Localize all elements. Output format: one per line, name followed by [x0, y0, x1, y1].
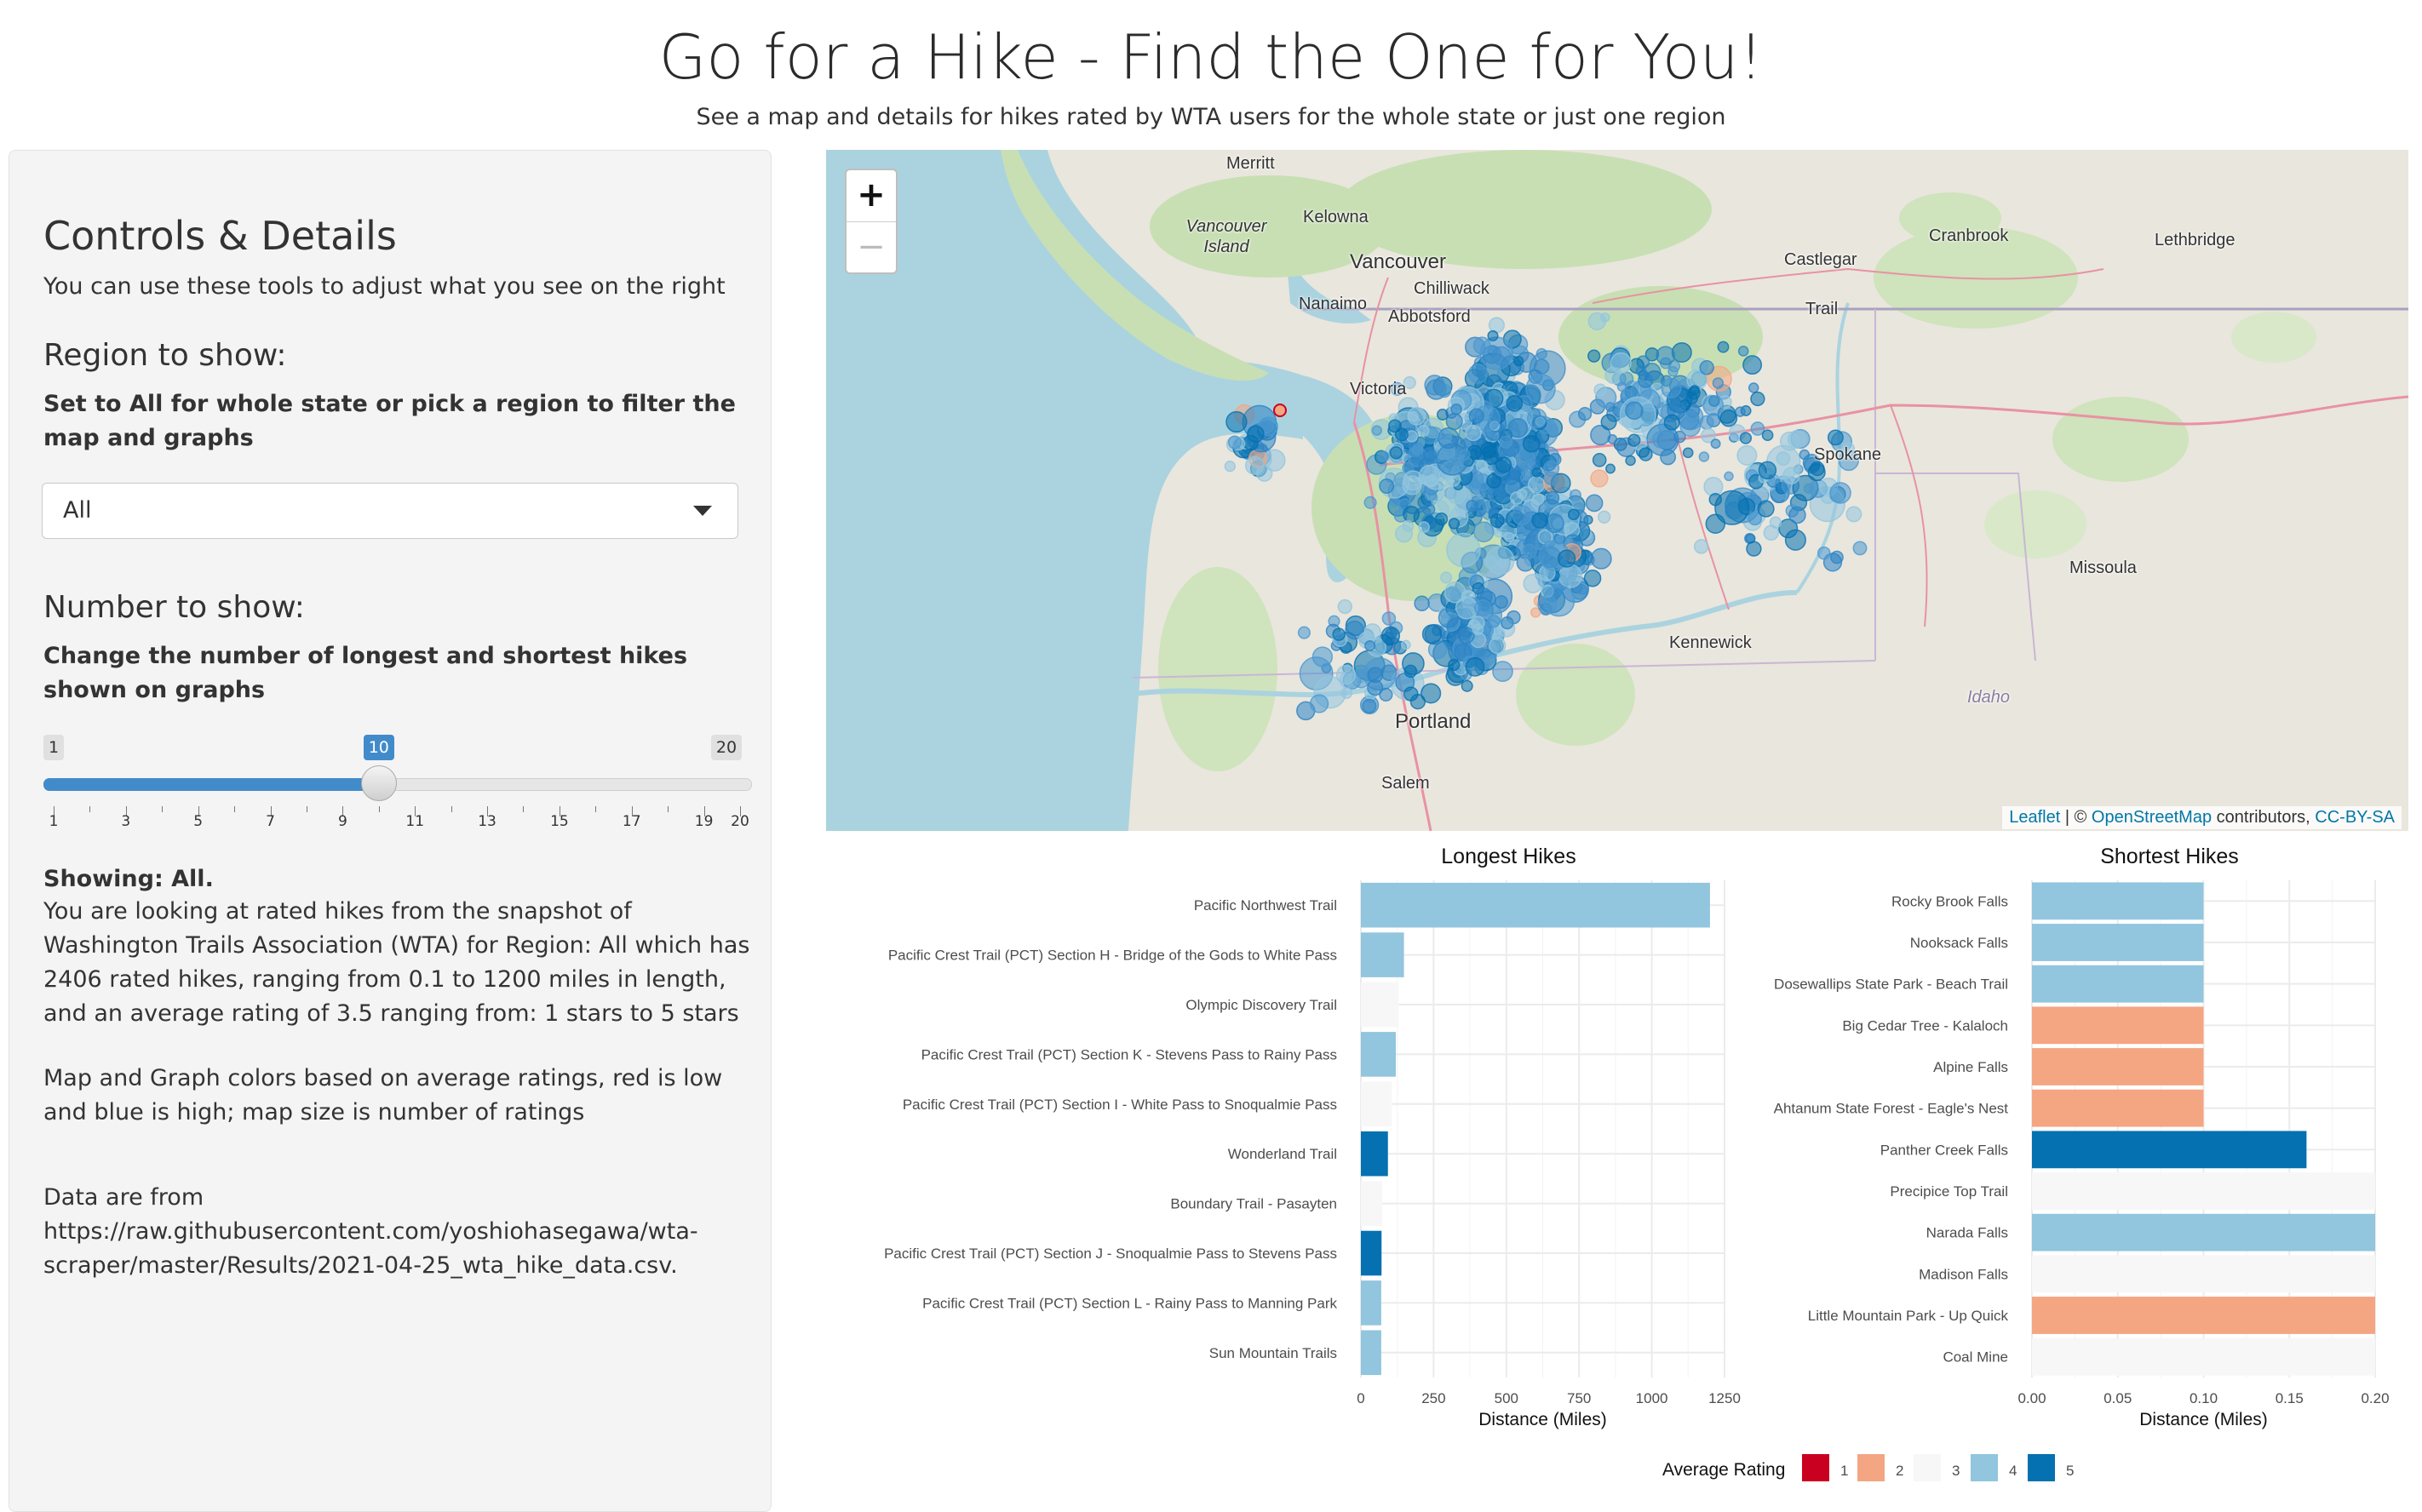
- x-axis-label: Distance (Miles): [1478, 1410, 1607, 1429]
- legend-swatch: [1857, 1454, 1885, 1481]
- y-tick-label: Alpine Falls: [1933, 1059, 2008, 1075]
- legend-swatch: [1802, 1454, 1829, 1481]
- y-tick-label: Pacific Crest Trail (PCT) Section L - Ra…: [922, 1295, 1337, 1311]
- x-tick-label: 500: [1495, 1390, 1518, 1406]
- shortest-hikes-chart: Shortest Hikes 0.00 0.05 0.10 0.15 0.20 Rocky …: [1774, 845, 2390, 1429]
- bar: [2032, 1337, 2375, 1376]
- x-tick-label: 0.20: [2361, 1390, 2389, 1406]
- legend-label: 4: [2009, 1463, 2017, 1479]
- charts-area: Longest Hikes 0 250 500 750 1000 1250 Pacific N…: [884, 845, 2390, 1481]
- y-tick-label: Big Cedar Tree - Kalaloch: [1842, 1017, 2008, 1034]
- bar: [1361, 1131, 1388, 1177]
- bar: [2032, 1255, 2375, 1293]
- y-tick-label: Little Mountain Park - Up Quick: [1808, 1308, 2009, 1324]
- y-tick-label: Pacific Crest Trail (PCT) Section I - Wh…: [903, 1097, 1337, 1113]
- bar: [1361, 932, 1404, 977]
- y-tick-label: Sun Mountain Trails: [1209, 1345, 1337, 1361]
- legend-label: 2: [1896, 1463, 1903, 1479]
- x-tick-label: 0.10: [2190, 1390, 2218, 1406]
- bar: [1361, 1032, 1396, 1077]
- bar: [2032, 882, 2204, 920]
- rating-legend: Average Rating 1 2 3 4 5: [1662, 1454, 2074, 1481]
- bar: [1361, 982, 1399, 1028]
- bar: [1361, 1280, 1381, 1326]
- bar: [1361, 882, 1710, 928]
- y-tick-label: Dosewallips State Park - Beach Trail: [1774, 976, 2008, 993]
- x-tick-label: 250: [1421, 1390, 1445, 1406]
- x-tick-label: 0.05: [2103, 1390, 2132, 1406]
- bar: [1361, 1081, 1392, 1127]
- y-tick-label: Pacific Crest Trail (PCT) Section K - St…: [921, 1046, 1337, 1062]
- legend-swatch: [2028, 1454, 2055, 1481]
- bar: [2032, 1297, 2375, 1334]
- longest-hikes-chart: Longest Hikes 0 250 500 750 1000 1250 Pacific N…: [884, 845, 1741, 1429]
- bar: [2032, 1006, 2204, 1045]
- x-tick-label: 750: [1567, 1390, 1591, 1406]
- legend-swatch: [1971, 1454, 1998, 1481]
- x-tick-label: 0.15: [2276, 1390, 2304, 1406]
- chart-title: Shortest Hikes: [2100, 845, 2239, 868]
- y-tick-label: Madison Falls: [1919, 1266, 2008, 1282]
- legend-title: Average Rating: [1662, 1460, 1785, 1480]
- bar: [1361, 1330, 1381, 1376]
- bar: [2032, 1048, 2204, 1085]
- legend-label: 5: [2066, 1463, 2074, 1479]
- x-tick-label: 0: [1357, 1390, 1364, 1406]
- y-tick-label: Olympic Discovery Trail: [1185, 997, 1337, 1013]
- y-tick-label: Narada Falls: [1926, 1225, 2008, 1241]
- y-tick-label: Pacific Northwest Trail: [1194, 897, 1337, 914]
- y-tick-label: Pacific Crest Trail (PCT) Section H - Br…: [888, 948, 1337, 964]
- bar: [2032, 1172, 2375, 1210]
- x-axis-label: Distance (Miles): [2139, 1410, 2268, 1429]
- y-tick-label: Nooksack Falls: [1910, 935, 2008, 951]
- bar: [2032, 1213, 2375, 1251]
- y-tick-label: Precipice Top Trail: [1890, 1183, 2008, 1200]
- bar: [2032, 1131, 2307, 1169]
- legend-swatch: [1914, 1454, 1941, 1481]
- bar: [2032, 924, 2204, 961]
- x-tick-label: 1250: [1708, 1390, 1741, 1406]
- y-tick-label: Wonderland Trail: [1228, 1146, 1337, 1162]
- x-tick-label: 1000: [1636, 1390, 1668, 1406]
- legend-label: 1: [1840, 1463, 1848, 1479]
- bar: [2032, 1089, 2204, 1127]
- chart-title: Longest Hikes: [1441, 845, 1575, 868]
- y-tick-label: Boundary Trail - Pasayten: [1170, 1196, 1337, 1212]
- bar: [2032, 965, 2204, 1003]
- x-tick-label: 0.00: [2017, 1390, 2046, 1406]
- bar: [1361, 1230, 1382, 1276]
- y-tick-label: Rocky Brook Falls: [1891, 893, 2008, 909]
- bar: [1361, 1181, 1382, 1226]
- legend-label: 3: [1952, 1463, 1960, 1479]
- y-tick-label: Pacific Crest Trail (PCT) Section J - Sn…: [884, 1246, 1337, 1262]
- y-tick-label: Ahtanum State Forest - Eagle's Nest: [1774, 1101, 2009, 1117]
- y-tick-label: Coal Mine: [1943, 1349, 2008, 1366]
- y-tick-label: Panther Creek Falls: [1880, 1142, 2008, 1158]
